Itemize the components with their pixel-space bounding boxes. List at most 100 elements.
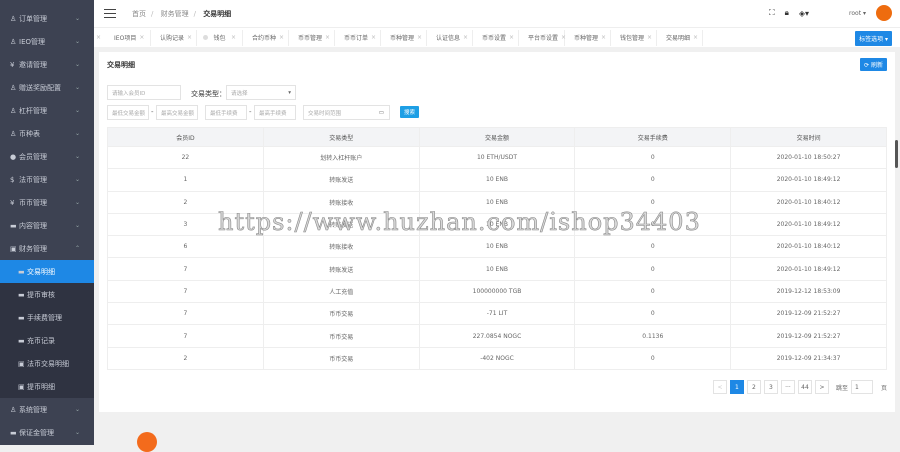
max-amount-input[interactable]: 最高交易金额 xyxy=(156,105,198,120)
close-icon[interactable]: × xyxy=(96,34,101,41)
table-cell: 2020-01-10 18:49:12 xyxy=(730,168,887,192)
page-title: 交易明细 xyxy=(107,61,135,69)
sidebar-item[interactable]: ♙ 币种表 ⌄ xyxy=(0,122,94,145)
tab[interactable]: 币币设置 × xyxy=(473,29,520,46)
sidebar-item[interactable]: $ 法币管理 ⌄ xyxy=(0,168,94,191)
sidebar-subitem[interactable]: ▬ 手续费管理 xyxy=(0,306,94,329)
refresh-button[interactable]: ⟳ 刷新 xyxy=(860,58,887,71)
sidebar-item[interactable]: ¥ 币币管理 ⌄ xyxy=(0,191,94,214)
tab[interactable]: 钱包 × xyxy=(197,29,244,46)
sidebar-item[interactable]: ▣ 财务管理 ⌃ xyxy=(0,237,94,260)
tab-label: 币币管理 xyxy=(298,35,323,42)
close-icon[interactable]: × xyxy=(139,34,144,41)
page-button[interactable]: 3 xyxy=(763,380,778,394)
close-icon[interactable]: × xyxy=(601,34,606,41)
sidebar-item[interactable]: ♙ 订单管理 ⌄ xyxy=(0,7,94,30)
chevron-down-icon: ⌄ xyxy=(74,176,80,183)
close-icon[interactable]: × xyxy=(231,34,236,41)
table-cell: 7 xyxy=(107,324,264,348)
next-page-button[interactable]: > xyxy=(814,380,829,394)
max-fee-input[interactable]: 最高手续费 xyxy=(254,105,296,120)
type-select[interactable]: 请选择 ▾ xyxy=(226,85,296,100)
page-button[interactable]: ··· xyxy=(780,380,795,394)
sidebar-item[interactable]: ▬ 保证金管理 ⌄ xyxy=(0,421,94,444)
table-cell: 0 xyxy=(574,302,732,326)
sidebar-item[interactable]: ♙ 杠杆管理 ⌄ xyxy=(0,99,94,122)
tab[interactable]: 平台币设置 × xyxy=(519,29,566,46)
tab[interactable]: IEO项目 × xyxy=(105,29,152,46)
search-button[interactable]: 搜索 xyxy=(400,106,420,118)
sidebar-item[interactable]: ♙ 赠送奖励配置 ⌄ xyxy=(0,76,94,99)
goto-page-input[interactable]: 1 xyxy=(850,380,873,394)
prev-page-button[interactable]: < xyxy=(712,380,727,394)
column-header: 会员ID xyxy=(107,127,264,147)
column-header: 交易时间 xyxy=(730,127,887,147)
table-cell: 10 ETH/USDT xyxy=(418,145,576,170)
breadcrumb-home[interactable]: 首页 xyxy=(132,10,146,18)
sidebar-item[interactable]: ¥ 邀请管理 ⌄ xyxy=(0,53,94,76)
avatar[interactable] xyxy=(876,5,892,21)
tab[interactable]: 币种管理 × xyxy=(565,29,612,46)
doc-icon: ▬ xyxy=(18,267,25,276)
table-cell: 2020-01-10 18:40:12 xyxy=(730,190,887,214)
table-cell: 10 ENB xyxy=(418,212,576,237)
tab-label: 币种管理 xyxy=(390,35,415,42)
close-icon[interactable]: × xyxy=(647,34,652,41)
time-range-placeholder: 交易时间范围 xyxy=(308,110,342,117)
page-button[interactable]: 1 xyxy=(729,380,744,394)
sidebar-subitem[interactable]: ▬ 交易明细 xyxy=(0,260,94,283)
theme-icon[interactable]: ◈▾ xyxy=(799,9,809,18)
table-cell: 3 xyxy=(107,212,264,237)
scrollbar[interactable] xyxy=(895,140,898,168)
close-icon[interactable]: × xyxy=(509,34,514,41)
tab[interactable]: 币种管理 × xyxy=(381,29,428,46)
lock-icon[interactable]: 🔒︎ xyxy=(785,8,789,18)
table-cell: 转账接收 xyxy=(262,190,420,214)
fullscreen-icon[interactable]: ⛶ xyxy=(769,8,775,18)
close-icon[interactable]: × xyxy=(693,34,698,41)
tab-bar: × IEO项目 × 认购记录 × 钱包 × 合约币种 × 币币管理 × 币币订单 × 币种管理 × 认证信息… xyxy=(94,27,900,47)
tab[interactable]: 钱包管理 × xyxy=(611,29,658,46)
close-icon[interactable]: × xyxy=(463,34,468,41)
page-button[interactable]: 2 xyxy=(746,380,761,394)
close-icon[interactable]: × xyxy=(417,34,422,41)
breadcrumb-finance[interactable]: 财务管理 xyxy=(161,10,189,18)
close-icon[interactable]: × xyxy=(371,34,376,41)
tab[interactable]: 币币订单 × xyxy=(335,29,382,46)
min-amount-input[interactable]: 最低交易金额 xyxy=(107,105,149,120)
close-icon[interactable]: × xyxy=(279,34,284,41)
chevron-down-icon: ⌄ xyxy=(74,61,80,68)
sidebar-item[interactable]: ♙ 系统管理 ⌄ xyxy=(0,398,94,421)
tab[interactable]: 币币管理 × xyxy=(289,29,336,46)
member-id-input[interactable]: 请输入会员ID xyxy=(107,85,181,100)
sidebar-item[interactable]: ♙ IEO管理 ⌄ xyxy=(0,30,94,53)
table-row: 1 转账发送 10 ENB 0 2020-01-10 18:49:12 xyxy=(107,168,887,192)
table-cell: 2 xyxy=(107,190,264,214)
user-menu[interactable]: root ▾ xyxy=(849,10,866,17)
table-cell: 2019-12-09 21:52:27 xyxy=(730,302,887,326)
sidebar-item[interactable]: ● 会员管理 ⌄ xyxy=(0,145,94,168)
time-range-input[interactable]: 交易时间范围 ▭ xyxy=(303,105,390,120)
tab-label: 认证信息 xyxy=(436,35,461,42)
close-icon[interactable]: × xyxy=(187,34,192,41)
close-icon[interactable]: × xyxy=(325,34,330,41)
tab[interactable]: 交易明细 × xyxy=(657,29,704,46)
table-cell: 0 xyxy=(574,235,732,259)
page-button[interactable]: 44 xyxy=(797,380,812,394)
sidebar-subitem[interactable]: ▣ 法币交易明细 xyxy=(0,352,94,375)
sidebar-subitem[interactable]: ▬ 充币记录 xyxy=(0,329,94,352)
tab[interactable]: 认证信息 × xyxy=(427,29,474,46)
table-row: 7 币币交易 227.0854 NOGC 0.1136 2019-12-09 21:52… xyxy=(107,324,887,348)
sidebar-subitem[interactable]: ▣ 提币明细 xyxy=(0,375,94,398)
menu-toggle-icon[interactable] xyxy=(104,6,116,21)
tab[interactable]: 合约币种 × xyxy=(243,29,290,46)
tab-options-button[interactable]: 标签选项 ▾ xyxy=(855,31,892,46)
sidebar-subitem[interactable]: ▬ 提币审核 xyxy=(0,283,94,306)
top-header: 首页 / 财务管理 / 交易明细 ⛶ 🔒︎ ◈▾ root ▾ xyxy=(94,0,900,27)
tab[interactable]: 认购记录 × xyxy=(151,29,198,46)
min-fee-input[interactable]: 最低手续费 xyxy=(205,105,247,120)
type-label: 交易类型： xyxy=(191,90,226,98)
sidebar-item[interactable]: ▬ 内容管理 ⌄ xyxy=(0,214,94,237)
sidebar-item-label: IEO管理 xyxy=(19,37,45,46)
table-cell: 币币交易 xyxy=(262,324,420,348)
